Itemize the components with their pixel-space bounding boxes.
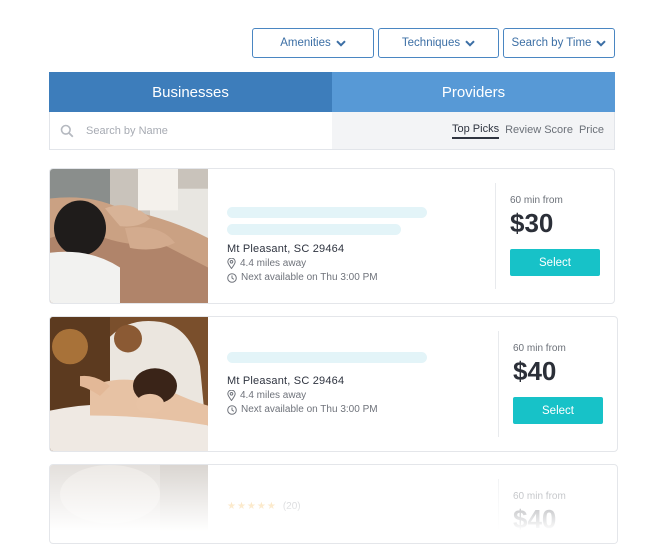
listing-info: Mt Pleasant, SC 29464 4.4 miles away Nex… <box>227 207 457 283</box>
techniques-label: Techniques <box>401 37 461 49</box>
select-button[interactable]: Select <box>513 397 603 424</box>
clock-icon <box>227 272 237 283</box>
price: $30 <box>510 208 554 238</box>
listing-address: Mt Pleasant, SC 29464 <box>227 243 345 255</box>
review-count: (20) <box>282 501 301 512</box>
listing-availability: Next available on Thu 3:00 PM <box>227 272 457 283</box>
amenities-filter-button[interactable]: Amenities <box>252 28 374 58</box>
map-pin-icon <box>227 258 236 269</box>
star-rating-icon: ★★★★★ <box>227 501 277 512</box>
map-pin-icon <box>227 390 236 401</box>
search-by-time-label: Search by Time <box>511 37 592 49</box>
search-icon <box>60 124 74 137</box>
divider <box>495 183 496 289</box>
sort-review-score[interactable]: Review Score <box>505 124 573 138</box>
divider <box>498 331 499 437</box>
tab-businesses[interactable]: Businesses <box>49 72 332 112</box>
listing-photo <box>50 317 208 451</box>
view-tabs: Businesses Providers <box>49 72 615 112</box>
loading-placeholder <box>227 207 427 218</box>
listing-card[interactable]: Mt Pleasant, SC 29464 4.4 miles away Nex… <box>49 316 618 452</box>
chevron-down-icon <box>336 39 346 47</box>
listing-availability: Next available on Thu 3:00 PM <box>227 404 457 415</box>
availability-text: Next available on Thu 3:00 PM <box>241 272 378 283</box>
amenities-label: Amenities <box>280 37 331 49</box>
divider <box>498 479 499 543</box>
listing-distance: 4.4 miles away <box>227 390 457 401</box>
listing-distance: 4.4 miles away <box>227 258 457 269</box>
listing-photo <box>50 169 208 303</box>
sort-options: Top Picks Review Score Price <box>332 112 614 149</box>
distance-text: 4.4 miles away <box>240 390 307 401</box>
chevron-down-icon <box>465 39 475 47</box>
listing-address: Mt Pleasant, SC 29464 <box>227 375 345 387</box>
price-box: 60 min from $40 Select <box>513 343 609 424</box>
loading-placeholder <box>227 224 401 235</box>
availability-text: Next available on Thu 3:00 PM <box>241 404 378 415</box>
chevron-down-icon <box>596 39 607 47</box>
listing-info: Mt Pleasant, SC 29464 4.4 miles away Nex… <box>227 352 457 415</box>
search-box <box>50 112 332 149</box>
sort-price[interactable]: Price <box>579 124 604 138</box>
select-button[interactable]: Select <box>510 249 600 276</box>
loading-placeholder <box>227 352 427 363</box>
listing-card[interactable]: ★★★★★ (20) 60 min from $40 <box>49 464 618 544</box>
price-box: 60 min from $30 Select <box>510 195 606 276</box>
price: $40 <box>513 356 557 386</box>
tab-providers[interactable]: Providers <box>332 72 615 112</box>
duration-from: 60 min from <box>513 491 566 502</box>
rating: ★★★★★ (20) <box>227 501 301 512</box>
search-sort-row: Top Picks Review Score Price <box>49 112 615 150</box>
price-box: 60 min from $40 <box>513 491 609 535</box>
sort-top-picks[interactable]: Top Picks <box>452 123 500 139</box>
listing-card[interactable]: Mt Pleasant, SC 29464 4.4 miles away Nex… <box>49 168 615 304</box>
distance-text: 4.4 miles away <box>240 258 307 269</box>
duration-from: 60 min from <box>513 343 566 354</box>
listing-photo <box>50 465 208 543</box>
search-by-time-button[interactable]: Search by Time <box>503 28 615 58</box>
techniques-filter-button[interactable]: Techniques <box>378 28 499 58</box>
search-input[interactable] <box>84 123 308 138</box>
duration-from: 60 min from <box>510 195 563 206</box>
clock-icon <box>227 404 237 415</box>
